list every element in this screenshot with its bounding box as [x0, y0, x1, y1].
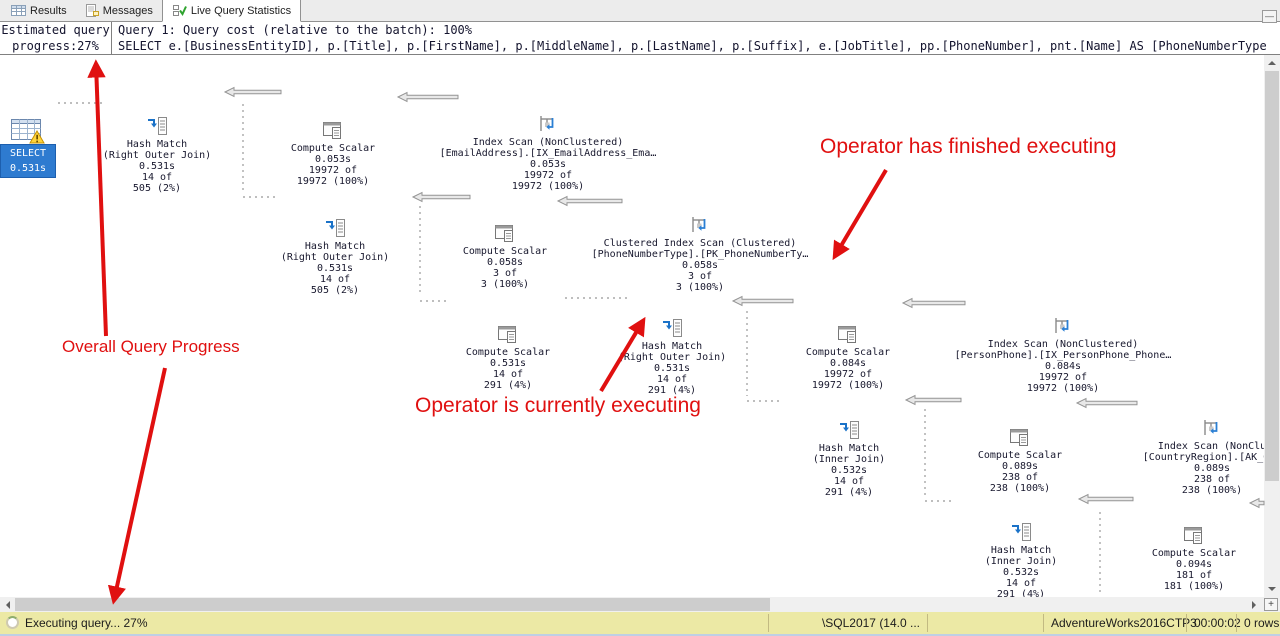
plan-node-line: Compute Scalar — [728, 347, 968, 358]
plan-node-line: 181 of — [1074, 570, 1264, 581]
plan-node-scan[interactable]: Clustered Index Scan (Clustered)[PhoneNu… — [580, 214, 820, 293]
plan-node-line: 3 (100%) — [580, 282, 820, 293]
status-separator — [1236, 614, 1237, 632]
estimated-progress-line1: Estimated query — [0, 22, 111, 38]
plan-node-line: 238 (100%) — [1092, 485, 1264, 496]
plan-node-line: 19972 of — [943, 372, 1183, 383]
plan-node-line: 3 of — [580, 271, 820, 282]
tab-messages-label: Messages — [103, 5, 153, 17]
plan-node-line: 19972 of — [728, 369, 968, 380]
query-text-line: SELECT e.[BusinessEntityID], p.[Title], … — [118, 38, 1262, 54]
plan-node-line: 0.053s — [213, 154, 453, 165]
plan-zoom-button[interactable]: + — [1264, 598, 1278, 611]
compute-operator-icon — [728, 323, 968, 347]
plan-node-line: 238 of — [1092, 474, 1264, 485]
status-separator — [768, 614, 769, 632]
scan-operator-icon — [580, 214, 820, 238]
plan-node-line: Compute Scalar — [213, 143, 453, 154]
scroll-right-icon[interactable] — [1247, 597, 1262, 612]
plan-node-compute[interactable]: Compute Scalar0.053s19972 of19972 (100%) — [213, 119, 453, 187]
tab-results-label: Results — [30, 5, 67, 17]
scan-operator-icon — [1092, 417, 1264, 441]
status-executing-text: Executing query... 27% — [25, 616, 148, 630]
scroll-down-icon[interactable] — [1264, 582, 1279, 597]
tab-results[interactable]: Results — [2, 0, 76, 21]
scroll-left-icon[interactable] — [0, 597, 15, 612]
plan-node-line: Compute Scalar — [1074, 548, 1264, 559]
status-separator — [1043, 614, 1044, 632]
plan-node-line: 19972 (100%) — [943, 383, 1183, 394]
compute-operator-icon — [213, 119, 453, 143]
plan-node-line: 181 (100%) — [1074, 581, 1264, 592]
plan-node-line: 0.084s — [943, 361, 1183, 372]
plan-node-line: [EmailAddress].[IX_EmailAddress_Ema… — [428, 148, 668, 159]
plan-node-line: 0.084s — [728, 358, 968, 369]
status-separator — [927, 614, 928, 632]
messages-icon — [85, 4, 99, 17]
results-grid-icon — [11, 4, 26, 17]
status-bar: Executing query... 27% \SQL2017 (14.0 ..… — [0, 612, 1280, 634]
plan-header: Estimated query progress:27% Query 1: Qu… — [0, 22, 1280, 55]
plan-node-line: Index Scan (NonClustered) — [943, 339, 1183, 350]
plan-node-line: Index Scan (NonClustered) — [428, 137, 668, 148]
annotation-finished-label: Operator has finished executing — [820, 135, 1117, 159]
plan-node-line: 0.094s — [1074, 559, 1264, 570]
plan-node-scan[interactable]: Index Scan (NonClustered)[PersonPhone].[… — [943, 315, 1183, 394]
annotation-executing-label: Operator is currently executing — [415, 394, 701, 418]
query-cost-header: Query 1: Query cost (relative to the bat… — [112, 22, 1280, 54]
status-server: \SQL2017 (14.0 ... — [780, 616, 920, 630]
results-tab-bar: Results Messages Live Query Statistics — [0, 0, 1280, 22]
plan-node-line: 0.053s — [428, 159, 668, 170]
plan-node-scan[interactable]: Index Scan (NonClustered)[EmailAddress].… — [428, 113, 668, 192]
plan-node-line: 19972 (100%) — [213, 176, 453, 187]
status-elapsed-time: 00:00:02 — [1194, 616, 1241, 630]
vertical-scrollbar-thumb[interactable] — [1265, 71, 1279, 481]
query-cost-line: Query 1: Query cost (relative to the bat… — [118, 22, 1262, 38]
scroll-up-icon[interactable] — [1264, 55, 1279, 70]
plan-node-line: [PhoneNumberType].[PK_PhoneNumberTy… — [580, 249, 820, 260]
compute-operator-icon — [1074, 524, 1264, 548]
plan-node-line: 19972 (100%) — [728, 380, 968, 391]
status-row-count: 0 rows — [1244, 616, 1279, 630]
plan-node-line: [PersonPhone].[IX_PersonPhone_Phone… — [943, 350, 1183, 361]
tab-live-query-statistics-label: Live Query Statistics — [191, 5, 291, 17]
plan-node-line: Index Scan (NonClu — [1092, 441, 1264, 452]
plan-node-line: 0.058s — [580, 260, 820, 271]
plan-node-line: 19972 (100%) — [428, 181, 668, 192]
plan-node-line: [CountryRegion].[AK_Cou — [1092, 452, 1264, 463]
plan-node-compute[interactable]: Compute Scalar0.094s181 of181 (100%) — [1074, 524, 1264, 592]
estimated-progress-box: Estimated query progress:27% — [0, 22, 112, 54]
tab-live-query-statistics[interactable]: Live Query Statistics — [162, 0, 301, 22]
status-database: AdventureWorks2016CTP3 — [1051, 616, 1197, 630]
annotation-overall-progress-label: Overall Query Progress — [62, 337, 240, 357]
plan-node-scan[interactable]: Index Scan (NonClu[CountryRegion].[AK_Co… — [1092, 417, 1264, 496]
plan-node-line: Clustered Index Scan (Clustered) — [580, 238, 820, 249]
collapse-plan-button[interactable]: — — [1262, 10, 1277, 23]
vertical-scrollbar[interactable] — [1264, 55, 1280, 597]
tab-messages[interactable]: Messages — [76, 0, 162, 21]
live-query-statistics-icon — [172, 4, 187, 17]
plan-node-compute[interactable]: Compute Scalar0.084s19972 of19972 (100%) — [728, 323, 968, 391]
plan-node-line: 0.089s — [1092, 463, 1264, 474]
horizontal-scrollbar[interactable] — [0, 597, 1280, 612]
plan-node-line: 19972 of — [213, 165, 453, 176]
estimated-progress-line2: progress:27% — [0, 38, 111, 54]
scan-operator-icon — [943, 315, 1183, 339]
plan-node-line: 19972 of — [428, 170, 668, 181]
horizontal-scrollbar-thumb[interactable] — [15, 598, 770, 611]
executing-spinner-icon — [6, 616, 19, 629]
scan-operator-icon — [428, 113, 668, 137]
status-separator — [1186, 614, 1187, 632]
